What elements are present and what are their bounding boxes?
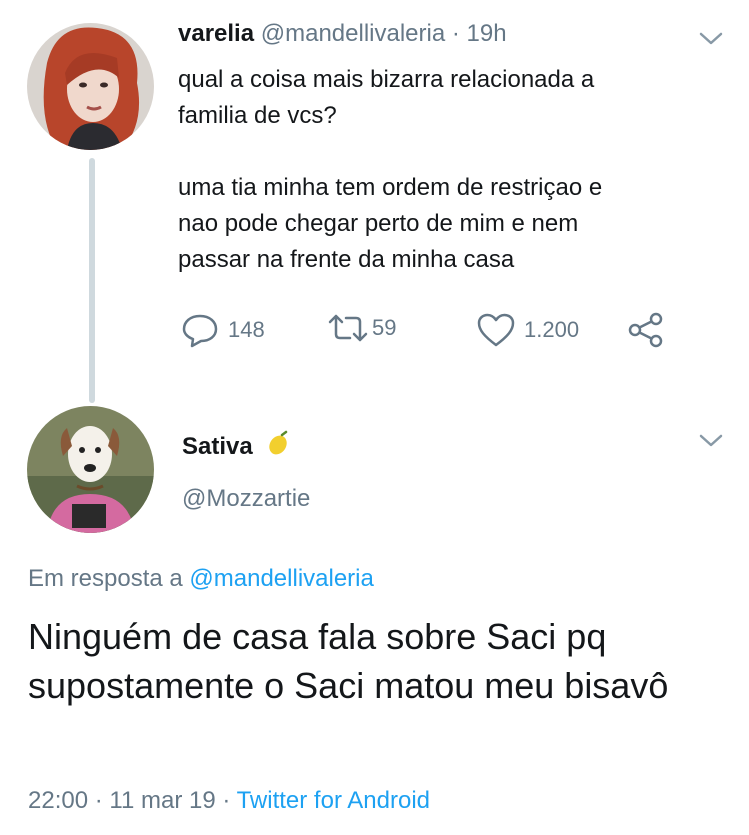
display-name[interactable]: varelia [178,20,254,47]
reply-icon [180,312,220,348]
tweet2-name-row: Sativa [182,430,291,463]
tweet1-header: varelia @mandellivaleria · 19h [178,20,507,48]
reply-button[interactable]: 148 [180,312,265,348]
heart-icon [476,312,516,348]
retweet-button[interactable]: 59 [326,312,396,344]
avatar-sativa[interactable] [27,406,154,533]
like-count: 1.200 [524,317,580,342]
share-icon [626,312,666,348]
handle[interactable]: @Mozzartie [182,485,310,513]
lemon-icon [265,430,291,463]
tweet-time[interactable]: 22:00 [28,787,88,814]
dot-separator: · [445,20,467,47]
reply-prefix: Em resposta a [28,565,190,592]
chevron-down-icon[interactable] [698,432,724,450]
tweet-meta: 22:00 · 11 mar 19 · Twitter for Android [28,787,430,815]
reply-to-link[interactable]: @mandellivaleria [189,565,373,592]
dot-separator: · [215,787,237,814]
avatar-varelia[interactable] [27,23,154,150]
timestamp[interactable]: 19h [467,20,507,47]
display-name[interactable]: Sativa [182,433,253,461]
dot-separator: · [88,787,110,814]
tweet-date[interactable]: 11 mar 19 [109,787,215,814]
reply-context: Em resposta a @mandellivaleria [28,565,374,593]
client-link[interactable]: Twitter for Android [237,787,430,814]
handle[interactable]: @mandellivaleria [261,20,445,47]
retweet-icon [326,312,370,344]
like-button[interactable]: 1.200 [476,312,579,348]
retweet-count: 59 [372,315,397,340]
tweet2-text: Ninguém de casa fala sobre Saci pq supos… [28,616,669,706]
chevron-down-icon[interactable] [698,30,724,48]
tweet1-text: qual a coisa mais bizarra relacionada a … [178,66,603,273]
thread-connector [89,158,95,403]
share-button[interactable] [626,312,666,348]
reply-count: 148 [228,317,265,342]
